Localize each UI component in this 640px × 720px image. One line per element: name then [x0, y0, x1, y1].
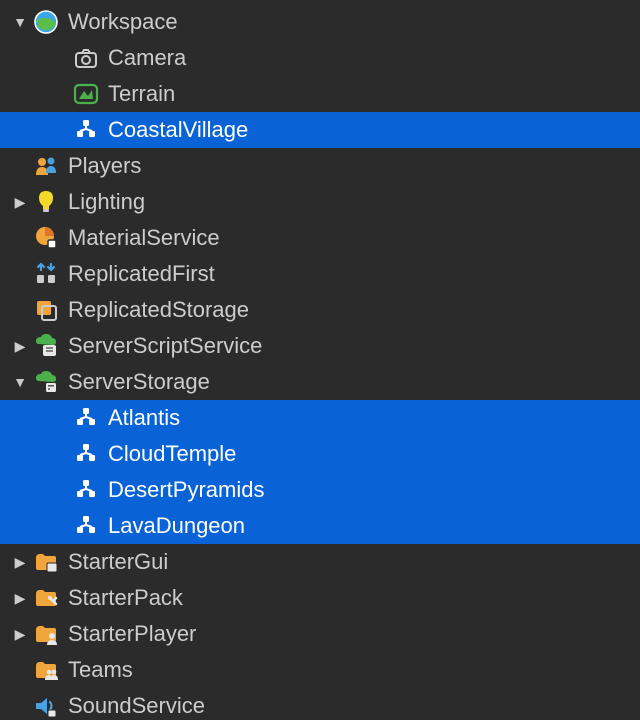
teams-icon	[30, 657, 62, 683]
tree-label: Terrain	[102, 81, 175, 107]
tree-label: ServerStorage	[62, 369, 210, 395]
expand-arrow-down[interactable]: ▼	[10, 374, 30, 390]
tree-label: Players	[62, 153, 141, 179]
tree-row-atlantis[interactable]: ▶ Atlantis	[0, 400, 640, 436]
tree-row-camera[interactable]: ▶ Camera	[0, 40, 640, 76]
tree-row-replicatedstorage[interactable]: ▶ ReplicatedStorage	[0, 292, 640, 328]
tree-label: StarterGui	[62, 549, 168, 575]
explorer-tree: ▼ Workspace ▶ Camera ▶	[0, 0, 640, 720]
tree-label: CoastalVillage	[102, 117, 248, 143]
model-icon	[70, 514, 102, 538]
tree-label: MaterialService	[62, 225, 220, 251]
model-icon	[70, 118, 102, 142]
tree-row-desertpyramids[interactable]: ▶ DesertPyramids	[0, 472, 640, 508]
tree-label: LavaDungeon	[102, 513, 245, 539]
tree-row-startergui[interactable]: ▶ StarterGui	[0, 544, 640, 580]
replicatedstorage-icon	[30, 297, 62, 323]
tree-row-serverscriptservice[interactable]: ▶ ServerScriptService	[0, 328, 640, 364]
starterplayer-icon	[30, 621, 62, 647]
tree-row-teams[interactable]: ▶ Teams	[0, 652, 640, 688]
expand-arrow-right[interactable]: ▶	[10, 338, 30, 355]
serverstorage-icon	[30, 369, 62, 395]
tree-label: ReplicatedStorage	[62, 297, 249, 323]
camera-icon	[70, 45, 102, 71]
lighting-icon	[30, 189, 62, 215]
startergui-icon	[30, 549, 62, 575]
replicatedfirst-icon	[30, 261, 62, 287]
tree-label: SoundService	[62, 693, 205, 719]
tree-row-starterplayer[interactable]: ▶ StarterPlayer	[0, 616, 640, 652]
tree-label: StarterPlayer	[62, 621, 196, 647]
tree-row-replicatedfirst[interactable]: ▶ ReplicatedFirst	[0, 256, 640, 292]
expand-arrow-right[interactable]: ▶	[10, 194, 30, 211]
tree-row-lavadungeon[interactable]: ▶ LavaDungeon	[0, 508, 640, 544]
tree-label: Lighting	[62, 189, 145, 215]
tree-label: DesertPyramids	[102, 477, 264, 503]
sound-icon	[30, 693, 62, 719]
tree-label: StarterPack	[62, 585, 183, 611]
expand-arrow-right[interactable]: ▶	[10, 626, 30, 643]
tree-label: ReplicatedFirst	[62, 261, 215, 287]
tree-label: Atlantis	[102, 405, 180, 431]
tree-row-coastalvillage[interactable]: ▶ CoastalVillage	[0, 112, 640, 148]
starterpack-icon	[30, 585, 62, 611]
tree-label: Camera	[102, 45, 186, 71]
tree-row-lighting[interactable]: ▶ Lighting	[0, 184, 640, 220]
workspace-icon	[30, 9, 62, 35]
tree-row-terrain[interactable]: ▶ Terrain	[0, 76, 640, 112]
tree-label: Workspace	[62, 9, 178, 35]
terrain-icon	[70, 81, 102, 107]
expand-arrow-right[interactable]: ▶	[10, 590, 30, 607]
tree-label: CloudTemple	[102, 441, 236, 467]
tree-row-materialservice[interactable]: ▶ MaterialService	[0, 220, 640, 256]
serverscript-icon	[30, 333, 62, 359]
tree-row-serverstorage[interactable]: ▼ ServerStorage	[0, 364, 640, 400]
tree-label: Teams	[62, 657, 133, 683]
model-icon	[70, 442, 102, 466]
tree-row-soundservice[interactable]: ▶ SoundService	[0, 688, 640, 720]
expand-arrow-down[interactable]: ▼	[10, 14, 30, 30]
material-icon	[30, 225, 62, 251]
model-icon	[70, 478, 102, 502]
tree-row-starterpack[interactable]: ▶ StarterPack	[0, 580, 640, 616]
tree-label: ServerScriptService	[62, 333, 262, 359]
tree-row-workspace[interactable]: ▼ Workspace	[0, 4, 640, 40]
players-icon	[30, 153, 62, 179]
model-icon	[70, 406, 102, 430]
tree-row-players[interactable]: ▶ Players	[0, 148, 640, 184]
tree-row-cloudtemple[interactable]: ▶ CloudTemple	[0, 436, 640, 472]
expand-arrow-right[interactable]: ▶	[10, 554, 30, 571]
